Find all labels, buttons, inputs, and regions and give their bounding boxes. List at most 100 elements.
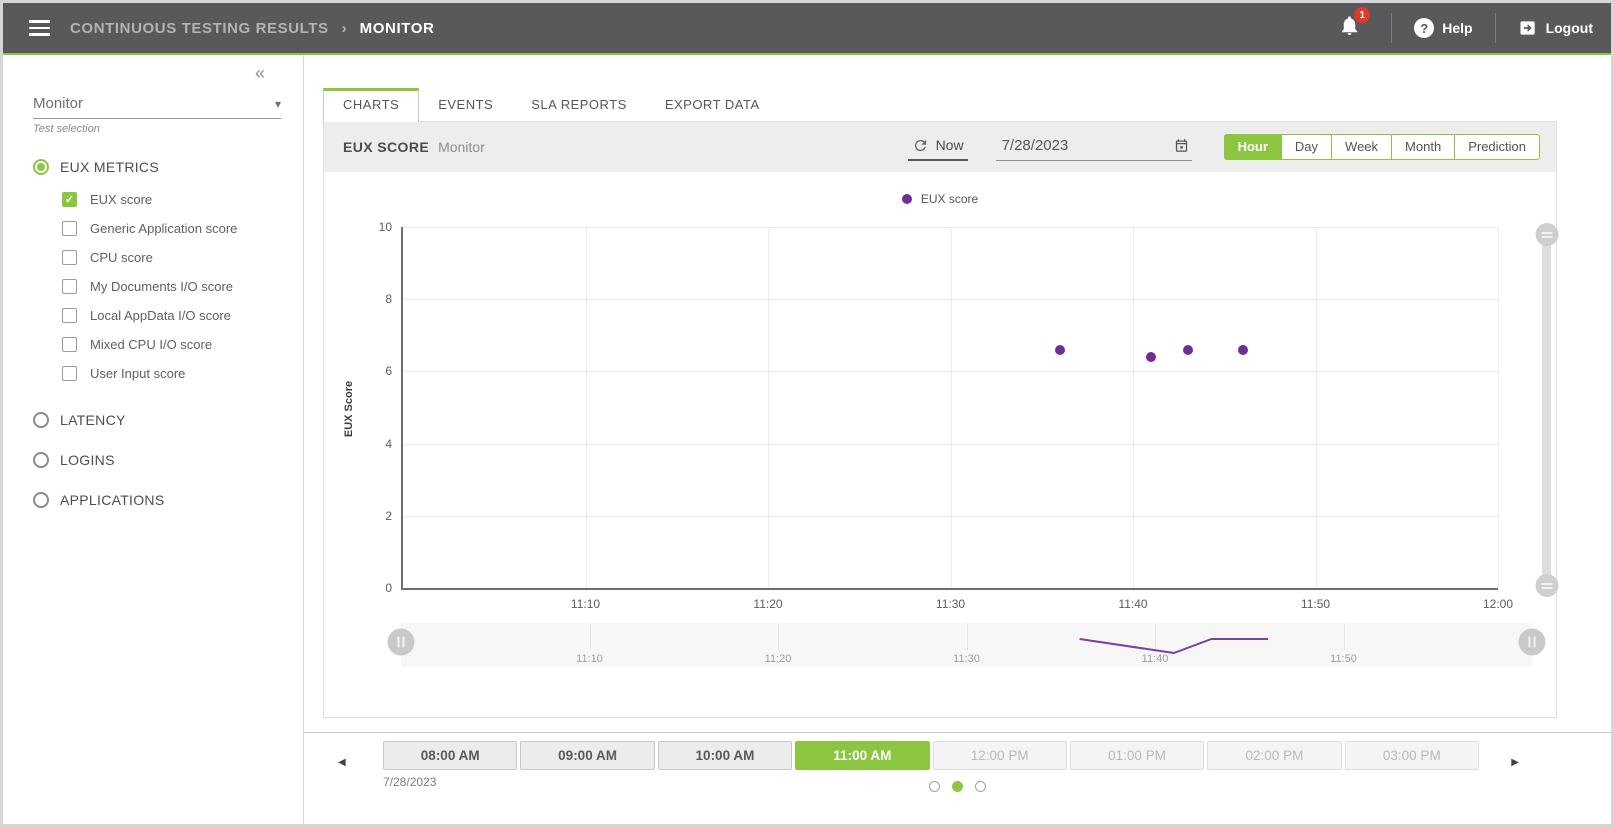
metric-item[interactable]: ✓ EUX score [62,185,281,214]
metric-group-header[interactable]: EUX METRICS [33,159,281,175]
refresh-icon [912,137,929,154]
x-gridline [951,227,952,588]
collapse-sidebar-icon[interactable]: « [255,63,265,84]
navigator-band[interactable]: 11:1011:2011:3011:4011:50 [401,623,1532,667]
day-button[interactable]: Day [1281,134,1332,160]
calendar-icon[interactable] [1174,138,1189,153]
hamburger-menu-icon[interactable] [25,16,54,40]
breadcrumb-current: MONITOR [360,20,435,37]
logout-label: Logout [1546,20,1593,36]
y-tick-label: 6 [385,364,392,378]
metric-group-logins: LOGINS [33,452,281,468]
data-point[interactable] [1238,345,1248,355]
chart-legend[interactable]: EUX score [324,192,1556,206]
x-tick-label: 11:10 [571,597,600,611]
slot-footer: 7/28/2023 [304,774,1611,792]
metric-group-header[interactable]: LOGINS [33,452,281,468]
help-button[interactable]: ? Help [1414,18,1472,38]
notifications-button[interactable]: 1 [1338,14,1361,42]
metric-group-header[interactable]: LATENCY [33,412,281,428]
metric-item-label: EUX score [90,192,152,207]
month-button[interactable]: Month [1391,134,1455,160]
previous-period-arrow[interactable]: ◀ [334,753,350,772]
x-gridline [1498,227,1499,588]
metric-group-label: LATENCY [60,412,126,428]
x-tick-label: 11:20 [753,597,782,611]
radio-button[interactable] [33,159,49,175]
time-slot-button[interactable]: 09:00 AM [520,741,654,770]
checkbox[interactable] [62,308,77,323]
date-picker-field[interactable]: 7/28/2023 [996,134,1192,161]
pagination-dot[interactable] [952,781,963,792]
data-point[interactable] [1183,345,1193,355]
x-gridline [1133,227,1134,588]
metric-group-eux-metrics: EUX METRICS ✓ EUX score Generic Application… [33,159,281,388]
metric-items: ✓ EUX score Generic Application scoreCPU s… [62,185,281,388]
breadcrumb-root[interactable]: CONTINUOUS TESTING RESULTS [70,20,329,37]
prediction-button[interactable]: Prediction [1454,134,1540,160]
checkbox[interactable] [62,337,77,352]
pagination-dot[interactable] [929,781,940,792]
metric-item[interactable]: Local AppData I/O score [62,301,281,330]
hour-button[interactable]: Hour [1224,134,1282,160]
metric-item[interactable]: Mixed CPU I/O score [62,330,281,359]
tab-events[interactable]: EVENTS [419,89,512,121]
app: CONTINUOUS TESTING RESULTS › MONITOR 1 ?… [3,3,1611,824]
navigator-left-handle[interactable] [388,629,415,656]
metric-item[interactable]: CPU score [62,243,281,272]
checkbox[interactable] [62,221,77,236]
chart-body: EUX score EUX Score 024681011:1011:2011:… [324,172,1556,717]
checkbox[interactable]: ✓ [62,192,77,207]
checkbox[interactable] [62,279,77,294]
time-slot-button[interactable]: 08:00 AM [383,741,517,770]
radio-button[interactable] [33,412,49,428]
metric-item-label: Mixed CPU I/O score [90,337,212,352]
test-select-value: Monitor [33,95,83,112]
metric-item-label: Local AppData I/O score [90,308,231,323]
chart-title: EUX SCORE [343,139,429,155]
metric-item[interactable]: My Documents I/O score [62,272,281,301]
metric-group-label: LOGINS [60,452,115,468]
time-slot-button[interactable]: 10:00 AM [658,741,792,770]
time-slot-button[interactable]: 02:00 PM [1207,741,1341,770]
question-icon: ? [1414,18,1434,38]
vertical-zoom-slider[interactable] [1542,234,1551,586]
data-point[interactable] [1146,352,1156,362]
chevron-down-icon: ▾ [275,97,281,111]
time-slot-bar: ◀ ▶ 08:00 AM09:00 AM10:00 AM11:00 AM12:0… [304,732,1611,824]
logout-button[interactable]: Logout [1518,18,1593,38]
metric-group-header[interactable]: APPLICATIONS [33,492,281,508]
slider-bottom-handle[interactable] [1535,574,1558,597]
checkbox[interactable] [62,366,77,381]
radio-button[interactable] [33,492,49,508]
logout-icon [1518,18,1538,38]
metric-item[interactable]: User Input score [62,359,281,388]
data-point[interactable] [1055,345,1065,355]
time-slot-button[interactable]: 12:00 PM [933,741,1067,770]
x-gridline [1316,227,1317,588]
y-tick-label: 2 [385,509,392,523]
tab-charts[interactable]: CHARTS [323,88,419,122]
slot-date-label: 7/28/2023 [383,775,436,789]
week-button[interactable]: Week [1331,134,1392,160]
tab-export-data[interactable]: EXPORT DATA [646,89,779,121]
now-label: Now [936,137,964,153]
radio-button[interactable] [33,452,49,468]
x-tick-label: 11:30 [936,597,965,611]
chart-subtitle: Monitor [438,139,485,155]
checkbox[interactable] [62,250,77,265]
navigator-right-handle[interactable] [1519,629,1546,656]
refresh-now-button[interactable]: Now [908,134,968,161]
next-period-arrow[interactable]: ▶ [1507,753,1523,772]
test-select-dropdown[interactable]: Monitor ▾ [33,95,281,119]
time-slot-button[interactable]: 01:00 PM [1070,741,1204,770]
pagination-dot[interactable] [975,781,986,792]
time-slot-button[interactable]: 03:00 PM [1345,741,1479,770]
time-slot-button[interactable]: 11:00 AM [795,741,929,770]
x-gridline [768,227,769,588]
slider-top-handle[interactable] [1535,223,1558,246]
metric-item[interactable]: Generic Application score [62,214,281,243]
notification-badge: 1 [1354,7,1370,23]
tab-sla-reports[interactable]: SLA REPORTS [512,89,646,121]
breadcrumb-separator-icon: › [342,20,347,37]
